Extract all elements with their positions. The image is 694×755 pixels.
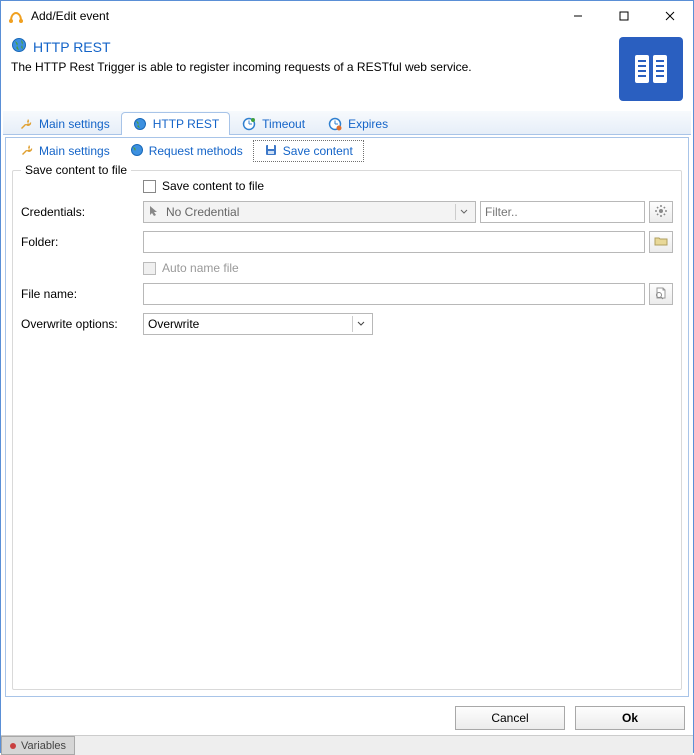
tab-label: Expires — [348, 117, 388, 131]
credentials-selected: No Credential — [166, 205, 239, 219]
fieldset-legend: Save content to file — [21, 163, 131, 177]
minimize-button[interactable] — [555, 1, 601, 31]
save-content-checkbox-row[interactable]: Save content to file — [143, 179, 673, 193]
cursor-icon — [148, 205, 160, 220]
outer-tabstrip: Main settings HTTP REST Timeout Expires — [3, 111, 691, 135]
subtab-label: Main settings — [39, 144, 110, 158]
wrench-icon — [20, 143, 34, 160]
save-content-fieldset: Save content to file Save content to fil… — [12, 170, 682, 690]
credentials-label: Credentials: — [21, 205, 139, 219]
subtab-main-settings[interactable]: Main settings — [10, 140, 120, 162]
filename-label: File name: — [21, 287, 139, 301]
inner-panel: Main settings Request methods Save conte… — [5, 137, 689, 697]
save-content-checkbox-label: Save content to file — [162, 179, 264, 193]
app-icon — [7, 7, 25, 25]
tab-timeout[interactable]: Timeout — [230, 112, 316, 135]
cancel-button-label: Cancel — [491, 711, 528, 725]
header-big-icon — [619, 37, 683, 101]
variables-status-tab[interactable]: Variables — [1, 736, 75, 755]
folder-browse-button[interactable] — [649, 231, 673, 253]
close-button[interactable] — [647, 1, 693, 31]
header-title: HTTP REST — [33, 39, 111, 55]
cancel-button[interactable]: Cancel — [455, 706, 565, 730]
ok-button[interactable]: Ok — [575, 706, 685, 730]
folder-label: Folder: — [21, 235, 139, 249]
subtab-label: Request methods — [149, 144, 243, 158]
header: HTTP REST The HTTP Rest Trigger is able … — [1, 31, 693, 111]
folder-input[interactable] — [143, 231, 645, 253]
footer: Cancel Ok — [1, 701, 693, 735]
ok-button-label: Ok — [622, 711, 638, 725]
header-title-row: HTTP REST — [11, 37, 619, 56]
status-dot-icon — [10, 743, 16, 749]
file-icon — [654, 286, 668, 303]
statusbar: Variables — [1, 735, 693, 755]
chevron-down-icon — [352, 316, 368, 332]
tab-http-rest[interactable]: HTTP REST — [121, 112, 230, 135]
credentials-settings-button[interactable] — [649, 201, 673, 223]
titlebar: Add/Edit event — [1, 1, 693, 31]
clock-warn-icon — [327, 116, 343, 132]
credentials-combo[interactable]: No Credential — [143, 201, 476, 223]
autoname-checkbox — [143, 262, 156, 275]
save-icon — [264, 143, 278, 160]
inner-tabstrip: Main settings Request methods Save conte… — [6, 138, 688, 162]
autoname-checkbox-row: Auto name file — [143, 261, 673, 275]
folder-icon — [654, 234, 668, 251]
filename-browse-button[interactable] — [649, 283, 673, 305]
subtab-label: Save content — [283, 144, 353, 158]
subtab-save-content[interactable]: Save content — [253, 140, 364, 162]
wrench-icon — [18, 116, 34, 132]
variables-label: Variables — [21, 740, 66, 752]
autoname-checkbox-label: Auto name file — [162, 261, 239, 275]
credentials-filter-input[interactable] — [480, 201, 645, 223]
tab-label: Timeout — [262, 117, 305, 131]
tab-main-settings[interactable]: Main settings — [7, 112, 121, 135]
filename-input[interactable] — [143, 283, 645, 305]
tab-label: Main settings — [39, 117, 110, 131]
chevron-down-icon — [455, 204, 471, 220]
overwrite-combo[interactable]: Overwrite — [143, 313, 373, 335]
globe-icon — [130, 143, 144, 160]
window-title: Add/Edit event — [31, 9, 555, 23]
gear-icon — [654, 204, 668, 221]
header-description: The HTTP Rest Trigger is able to registe… — [11, 60, 619, 74]
globe-icon — [11, 37, 27, 56]
tab-label: HTTP REST — [153, 117, 219, 131]
maximize-button[interactable] — [601, 1, 647, 31]
save-content-checkbox[interactable] — [143, 180, 156, 193]
overwrite-selected: Overwrite — [148, 317, 199, 331]
overwrite-label: Overwrite options: — [21, 317, 139, 331]
tab-expires[interactable]: Expires — [316, 112, 399, 135]
globe-icon — [132, 116, 148, 132]
clock-icon — [241, 116, 257, 132]
subtab-request-methods[interactable]: Request methods — [120, 140, 253, 162]
